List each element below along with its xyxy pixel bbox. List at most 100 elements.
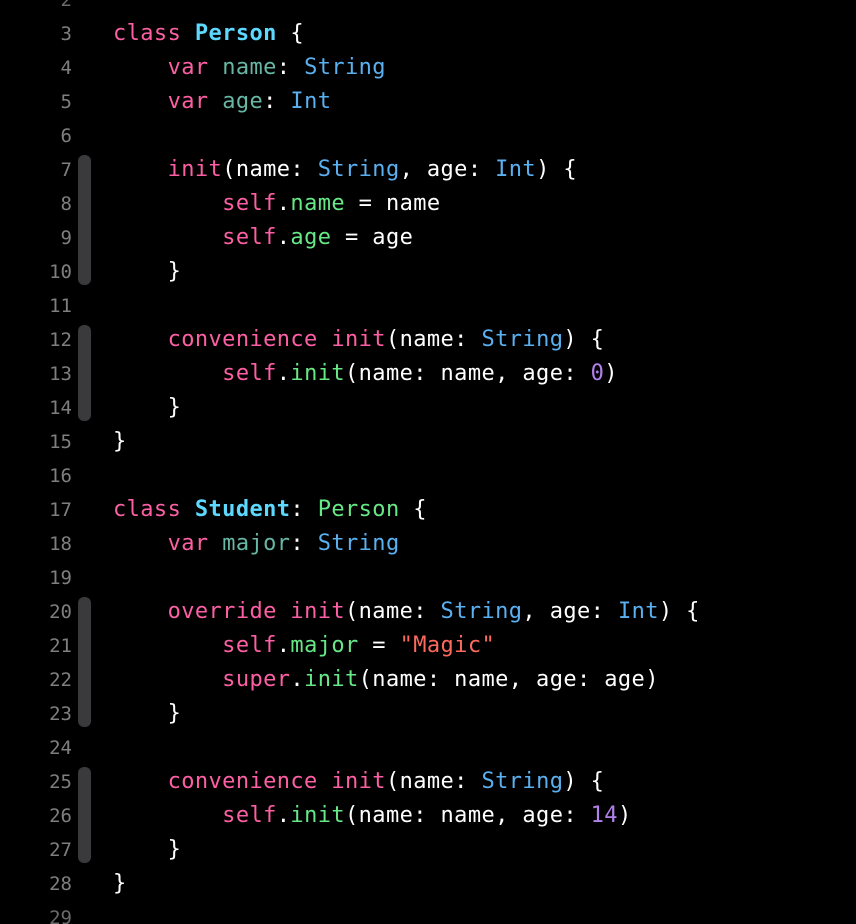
code-line[interactable]: 8 self.name = name (0, 187, 856, 221)
keyword-token: init (290, 599, 346, 624)
code-line[interactable]: 20 override init(name: String, age: Int)… (0, 595, 856, 629)
line-number: 23 (49, 703, 72, 725)
keyword-token: self (222, 803, 277, 828)
plain-token: } (113, 395, 182, 420)
code-text[interactable]: convenience init(name: String) { (113, 769, 604, 795)
keyword-token: var (167, 89, 209, 114)
plain-token: . (276, 225, 291, 250)
code-text[interactable]: var age: Int (113, 89, 331, 115)
code-line[interactable]: 21 self.major = "Magic" (0, 629, 856, 663)
code-text[interactable]: init(name: String, age: Int) { (113, 157, 577, 183)
code-line[interactable]: 9 self.age = age (0, 221, 856, 255)
code-line[interactable]: 4 var name: String (0, 51, 856, 85)
code-text[interactable]: } (113, 837, 181, 863)
code-line[interactable]: 23 } (0, 697, 856, 731)
code-line[interactable]: 7 init(name: String, age: Int) { (0, 153, 856, 187)
code-editor[interactable]: 2 3 class Person {4 var name: String 5 var … (0, 0, 856, 924)
code-text[interactable]: class Student: Person { (113, 497, 427, 523)
code-line[interactable]: 19 (0, 561, 856, 595)
code-line[interactable]: 28} (0, 867, 856, 901)
plain-token: (name: (222, 157, 318, 182)
plain-token: (name: name, age: age) (358, 667, 659, 692)
code-line[interactable]: 10 } (0, 255, 856, 289)
plain-token: (name: (385, 327, 482, 352)
code-line[interactable]: 2 (0, 0, 856, 17)
member-token: init (290, 803, 346, 828)
plain-token: ) (604, 361, 618, 386)
code-line[interactable]: 29 (0, 901, 856, 924)
type-token: String (440, 599, 523, 624)
line-number: 11 (49, 295, 72, 317)
line-number: 4 (60, 57, 72, 79)
plain-token: } (113, 871, 127, 896)
code-text[interactable]: } (113, 259, 181, 285)
plain-token: . (276, 633, 291, 658)
code-text[interactable]: } (113, 395, 181, 421)
code-text[interactable]: super.init(name: name, age: age) (113, 667, 659, 693)
type-token: String (304, 55, 386, 80)
code-text[interactable]: var name: String (113, 55, 386, 81)
code-text[interactable]: self.major = "Magic" (113, 633, 495, 659)
line-number: 25 (49, 771, 72, 793)
member-token: init (290, 361, 346, 386)
property-token: name (222, 55, 277, 80)
code-line[interactable]: 3 class Person { (0, 17, 856, 51)
line-number: 21 (49, 635, 72, 657)
keyword-token: self (222, 191, 277, 216)
plain-token: } (113, 259, 182, 284)
code-line[interactable]: 12 convenience init(name: String) { (0, 323, 856, 357)
code-text[interactable]: self.init(name: name, age: 14) (113, 803, 632, 829)
code-line[interactable]: 11 (0, 289, 856, 323)
code-line[interactable]: 18 var major: String (0, 527, 856, 561)
code-line[interactable]: 5 var age: Int (0, 85, 856, 119)
plain-token: { (276, 21, 305, 46)
plain-token: , age: (522, 599, 618, 624)
line-number: 22 (49, 669, 72, 691)
line-number: 14 (49, 397, 72, 419)
member-token: age (290, 225, 332, 250)
code-text[interactable]: convenience init(name: String) { (113, 327, 604, 353)
code-line[interactable]: 26 self.init(name: name, age: 14) (0, 799, 856, 833)
code-line[interactable]: 25 convenience init(name: String) { (0, 765, 856, 799)
keyword-token: var (167, 531, 209, 556)
code-line[interactable]: 16 (0, 459, 856, 493)
line-number: 27 (49, 839, 72, 861)
code-line[interactable]: 15} (0, 425, 856, 459)
plain-token: ) { (536, 157, 577, 182)
code-text[interactable]: self.init(name: name, age: 0) (113, 361, 618, 387)
code-line[interactable]: 27 } (0, 833, 856, 867)
declaration-token: Student (194, 497, 291, 522)
line-number: 9 (60, 227, 72, 249)
plain-token: { (399, 497, 427, 522)
code-line[interactable]: 6 (0, 119, 856, 153)
line-number: 28 (49, 873, 72, 895)
code-line[interactable]: 17 class Student: Person { (0, 493, 856, 527)
code-text[interactable]: } (113, 701, 181, 727)
code-text[interactable]: self.age = age (113, 225, 413, 251)
type-token: Int (495, 157, 537, 182)
code-line[interactable]: 24 (0, 731, 856, 765)
code-text[interactable]: override init(name: String, age: Int) { (113, 599, 700, 625)
code-text[interactable]: self.name = name (113, 191, 441, 217)
keyword-token: super (222, 667, 291, 692)
plain-token: ) { (563, 769, 605, 794)
line-number: 5 (60, 91, 72, 113)
code-text[interactable]: var major: String (113, 531, 400, 557)
plain-token: ) { (563, 327, 605, 352)
plain-token: = name (345, 191, 441, 216)
code-text[interactable]: } (113, 871, 127, 897)
code-line[interactable]: 13 self.init(name: name, age: 0) (0, 357, 856, 391)
code-text[interactable]: } (113, 429, 127, 455)
keyword-token: self (222, 633, 277, 658)
code-line[interactable]: 22 super.init(name: name, age: age) (0, 663, 856, 697)
code-line[interactable]: 14 } (0, 391, 856, 425)
code-text[interactable]: class Person { (113, 21, 304, 47)
